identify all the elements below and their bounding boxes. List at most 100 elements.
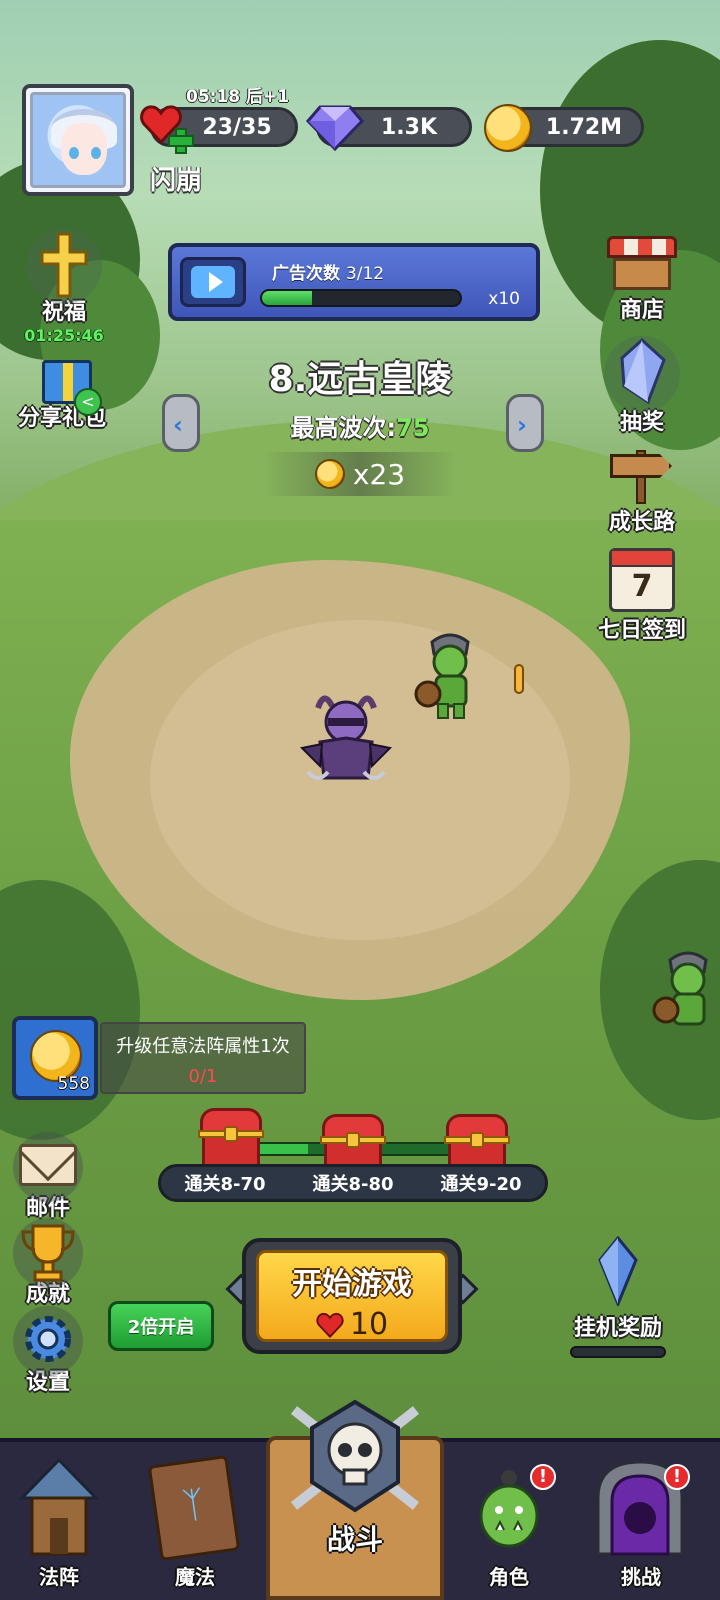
dropped-coin <box>514 664 524 694</box>
ad-progress-bar <box>260 289 462 307</box>
crystal-icon <box>620 338 666 404</box>
video-play-icon <box>180 257 246 307</box>
idle-reward-label: 挂机奖励 <box>573 1316 662 1341</box>
seven-day-checkin-label: 七日签到 <box>597 618 686 643</box>
lottery-button[interactable]: 抽奖 <box>594 336 690 436</box>
tower-icon <box>18 1458 100 1556</box>
start-cost-value: 10 <box>349 1307 389 1342</box>
nav-magic[interactable]: ᛉ 魔法 <box>140 1452 250 1600</box>
avatar-eye <box>91 147 101 159</box>
seven-day-checkin-button[interactable]: 7 七日签到 <box>590 548 694 644</box>
nav-formation[interactable]: 法阵 <box>4 1452 114 1600</box>
stamina-timer: 05:18 后+1 <box>186 82 289 107</box>
chest-milestone-label: 通关8-80 <box>312 1174 394 1195</box>
avatar-eye <box>69 147 79 159</box>
blessing-button[interactable]: 祝福 01:25:46 <box>16 228 112 345</box>
cross-icon <box>40 232 88 298</box>
ad-count-value: 3/12 <box>345 264 385 284</box>
start-button-frame: 开始游戏 10 <box>242 1238 462 1354</box>
heart-icon <box>316 1312 344 1338</box>
quest-reward-icon: 558 <box>12 1016 98 1100</box>
shop-button[interactable]: 商店 <box>594 232 690 324</box>
growth-path-label: 成长路 <box>608 510 675 535</box>
growth-path-button[interactable]: 成长路 <box>594 444 690 536</box>
start-game-button[interactable]: 开始游戏 10 <box>225 1238 479 1354</box>
trophy-icon <box>21 1224 75 1282</box>
orc-enemy <box>414 633 470 719</box>
idle-reward-bar <box>570 1346 666 1358</box>
stage-reward-value: x23 <box>352 457 406 491</box>
chest-milestone-label: 通关8-70 <box>184 1174 266 1195</box>
settings-icon-holder <box>13 1306 83 1376</box>
quest-text: 升级任意法阵属性1次 <box>116 1036 290 1057</box>
gear-icon <box>25 1316 71 1362</box>
best-wave: 最高波次:75 <box>200 408 520 443</box>
skull-swords-icon <box>290 1399 420 1513</box>
diamond-icon <box>306 105 364 151</box>
ad-reward-banner[interactable]: 广告次数 3/12 x10 <box>168 243 540 321</box>
nav-magic-label: 魔法 <box>175 1565 215 1589</box>
nav-character[interactable]: ! 角色 <box>454 1452 564 1600</box>
blessing-icon-holder <box>26 228 102 304</box>
stamina-timer-suffix: 后+1 <box>246 87 290 107</box>
nav-challenge-label: 挑战 <box>621 1565 661 1589</box>
ad-count-label: 广告次数 <box>272 264 340 284</box>
spellbook-icon: ᛉ <box>147 1454 241 1562</box>
shop-label: 商店 <box>619 298 664 323</box>
signpost-board <box>610 454 672 478</box>
stamina-value: 23/35 <box>202 114 272 140</box>
share-gift-icon-holder: < <box>24 344 102 420</box>
achievement-icon-holder <box>13 1218 83 1288</box>
start-cost: 10 <box>259 1307 445 1342</box>
avatar-portrait <box>30 92 126 188</box>
settings-button[interactable]: 设置 <box>10 1306 86 1396</box>
share-icon: < <box>74 388 102 416</box>
ad-multiplier: x10 <box>488 289 520 309</box>
gold-coin-icon <box>314 459 345 489</box>
signpost-icon <box>604 444 680 504</box>
start-button-label: 开始游戏 <box>292 1267 412 1302</box>
chest-icon[interactable] <box>198 1108 264 1168</box>
ad-progress-fill <box>262 291 312 305</box>
mail-button[interactable]: 邮件 <box>10 1124 86 1222</box>
envelope-icon <box>19 1124 77 1186</box>
mail-icon-holder <box>13 1124 83 1202</box>
nav-formation-label: 法阵 <box>39 1565 79 1589</box>
shop-awning <box>607 236 677 258</box>
ad-count-title: 广告次数 3/12 <box>272 259 384 284</box>
prev-stage-button[interactable]: ‹ <box>162 394 200 452</box>
best-wave-value: 75 <box>396 414 430 442</box>
quest-reward-count: 558 <box>57 1074 90 1094</box>
lottery-icon-holder <box>604 336 680 412</box>
share-gift-button[interactable]: < 分享礼包 <box>14 344 110 432</box>
gift-ribbon <box>63 363 73 401</box>
shop-body <box>613 258 671 290</box>
orc-enemy <box>652 951 708 1026</box>
stage-reward: x23 <box>262 452 458 496</box>
add-stamina-icon[interactable] <box>168 128 194 154</box>
shop-icon <box>607 232 677 292</box>
blessing-timer: 01:25:46 <box>24 326 104 345</box>
double-speed-button[interactable]: 2倍开启 <box>108 1301 214 1351</box>
quest-progress: 0/1 <box>188 1066 218 1087</box>
challenge-alert-badge: ! <box>664 1464 690 1490</box>
quest-panel[interactable]: 558 升级任意法阵属性1次 0/1 <box>12 1016 306 1100</box>
chevron-left-icon: ‹ <box>173 411 183 439</box>
quest-description: 升级任意法阵属性1次 0/1 <box>100 1022 306 1094</box>
calendar-header <box>612 551 672 567</box>
character-alert-badge: ! <box>530 1464 556 1490</box>
stage-title: 8.远古皇陵 <box>268 359 452 400</box>
nav-challenge[interactable]: ! 挑战 <box>586 1452 696 1600</box>
nav-battle[interactable]: 战斗 <box>266 1398 444 1600</box>
start-button-face: 开始游戏 10 <box>256 1250 448 1342</box>
player-avatar[interactable] <box>22 84 134 196</box>
gold-value: 1.72M <box>545 114 623 140</box>
best-wave-label: 最高波次: <box>290 414 397 442</box>
spellbook-rune: ᛉ <box>180 1483 208 1528</box>
chest-milestones: 通关8-70 通关8-80 通关9-20 <box>158 1164 548 1202</box>
achievement-button[interactable]: 成就 <box>10 1218 86 1308</box>
hero-character <box>299 695 393 780</box>
idle-reward-button[interactable]: 挂机奖励 <box>566 1235 670 1358</box>
gold-coin-icon <box>484 104 532 152</box>
nav-character-label: 角色 <box>489 1565 529 1589</box>
